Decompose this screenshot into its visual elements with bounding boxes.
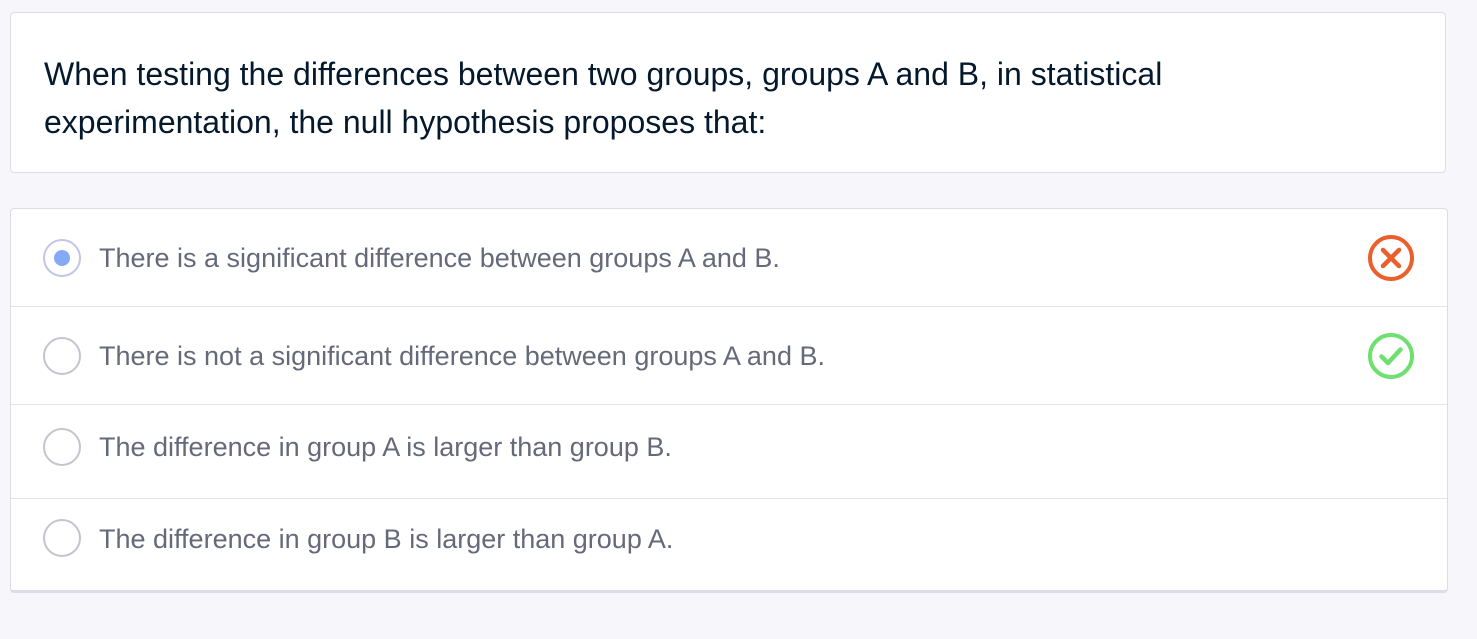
option-1[interactable]: There is a significant difference betwee… xyxy=(11,209,1447,307)
check-circle-icon xyxy=(1368,333,1414,379)
radio-button[interactable] xyxy=(43,428,81,466)
x-circle-icon xyxy=(1368,235,1414,281)
radio-button-selected[interactable] xyxy=(43,239,81,277)
option-label: The difference in group B is larger than… xyxy=(99,524,674,554)
radio-selected-dot xyxy=(54,250,70,266)
question-text: When testing the differences between two… xyxy=(44,56,1163,140)
question-card: When testing the differences between two… xyxy=(10,12,1446,173)
option-label: There is a significant difference betwee… xyxy=(99,243,780,273)
option-label: The difference in group A is larger than… xyxy=(99,432,672,462)
radio-button[interactable] xyxy=(43,519,81,557)
option-4[interactable]: The difference in group B is larger than… xyxy=(11,499,1447,590)
radio-button[interactable] xyxy=(43,337,81,375)
options-list: There is a significant difference betwee… xyxy=(10,208,1448,593)
option-2[interactable]: There is not a significant difference be… xyxy=(11,307,1447,405)
option-label: There is not a significant difference be… xyxy=(99,341,825,371)
option-3[interactable]: The difference in group A is larger than… xyxy=(11,405,1447,499)
